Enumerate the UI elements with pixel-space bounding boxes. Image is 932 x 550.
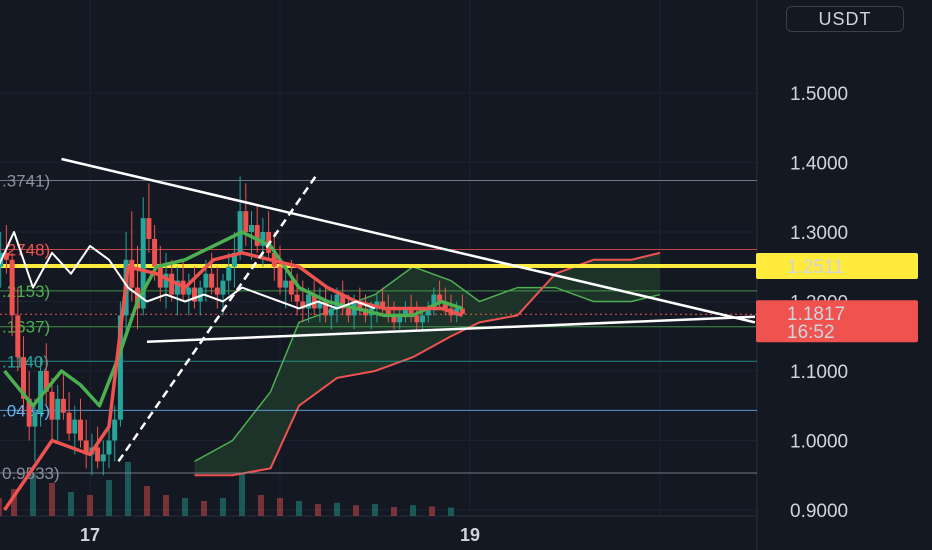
date-tick-label: 19 <box>460 525 480 545</box>
candle-body <box>288 280 294 295</box>
candle-body <box>72 419 78 434</box>
candle-body <box>146 218 152 239</box>
candle-body <box>328 308 334 316</box>
currency-label: USDT <box>818 9 872 29</box>
volume-bar <box>163 495 169 516</box>
volume-bar <box>106 480 112 516</box>
candle-body <box>420 315 425 323</box>
candle-body <box>49 391 55 420</box>
volume-bar <box>144 486 150 516</box>
volume-bar <box>182 498 188 516</box>
candle-body <box>294 294 300 302</box>
candle-body <box>129 259 135 288</box>
fib-level-label: .3741) <box>2 172 50 191</box>
candle-body <box>334 294 340 309</box>
volume-bar <box>429 506 435 516</box>
candle-body <box>345 308 351 316</box>
candle-body <box>226 266 232 281</box>
date-tick-label: 17 <box>80 525 100 545</box>
volume-bar <box>258 495 264 516</box>
volume-bar <box>296 501 302 516</box>
volume-bar <box>125 462 131 516</box>
volume-bar <box>410 505 416 516</box>
price-tick-label: 1.1000 <box>790 362 848 383</box>
candle-body <box>277 266 283 288</box>
candle-body <box>169 273 175 295</box>
candle-body <box>214 287 220 295</box>
price-chart[interactable]: .3741).2748).2153).1637).1140).0434)0.95… <box>0 0 932 550</box>
volume-bar <box>68 492 74 516</box>
currency-button[interactable]: USDT <box>786 6 904 32</box>
candle-body <box>15 315 21 358</box>
price-tick-label: 0.9000 <box>790 501 848 522</box>
candle-body <box>254 225 260 246</box>
candle-body <box>100 454 106 462</box>
candle-body <box>106 440 112 455</box>
price-tick-label: 1.4000 <box>790 154 848 175</box>
candle-body <box>203 273 209 288</box>
candle-body <box>283 280 289 288</box>
volume-bar <box>201 501 207 516</box>
candle-body <box>186 287 192 295</box>
cloud-area <box>194 252 660 476</box>
volume-bar <box>0 498 2 516</box>
candle-body <box>9 259 15 316</box>
candle-body <box>66 412 72 434</box>
volume-bar <box>220 498 226 516</box>
volume-bar <box>277 498 283 516</box>
countdown-label: 16:52 <box>787 322 835 343</box>
price-tick-label: 1.0000 <box>790 432 848 453</box>
candle-body <box>60 398 66 413</box>
volume-bar <box>372 504 378 516</box>
highlight-price-label: 1.2511 <box>787 257 844 278</box>
candle-body <box>112 419 118 441</box>
volume-bar <box>239 474 245 516</box>
volume-bar <box>87 495 93 516</box>
candle-body <box>414 315 420 323</box>
volume-bar <box>448 507 454 516</box>
candle-body <box>220 280 226 295</box>
candle-body <box>78 419 83 441</box>
fib-level-label: .2153) <box>2 282 50 301</box>
candle-body <box>95 447 101 462</box>
ichimoku-cloud <box>194 251 661 477</box>
volume-bar <box>353 505 359 516</box>
price-tick-label: 1.5000 <box>790 84 848 105</box>
price-tick-label: 1.3000 <box>790 223 848 244</box>
candle-body <box>32 412 38 427</box>
candle-body <box>55 398 61 420</box>
fib-level-label: .1637) <box>2 318 50 337</box>
volume-bar <box>391 507 397 516</box>
chart-stage: .3741).2748).2153).1637).1140).0434)0.95… <box>0 0 932 550</box>
volume-bar <box>315 504 321 516</box>
time-axis[interactable]: 17 19 <box>80 525 480 545</box>
volume-bar <box>49 483 55 516</box>
volume-bar <box>334 502 340 516</box>
candle-body <box>152 238 158 267</box>
candle-body <box>209 273 215 288</box>
candle-body <box>249 225 254 232</box>
candle-body <box>243 211 249 232</box>
